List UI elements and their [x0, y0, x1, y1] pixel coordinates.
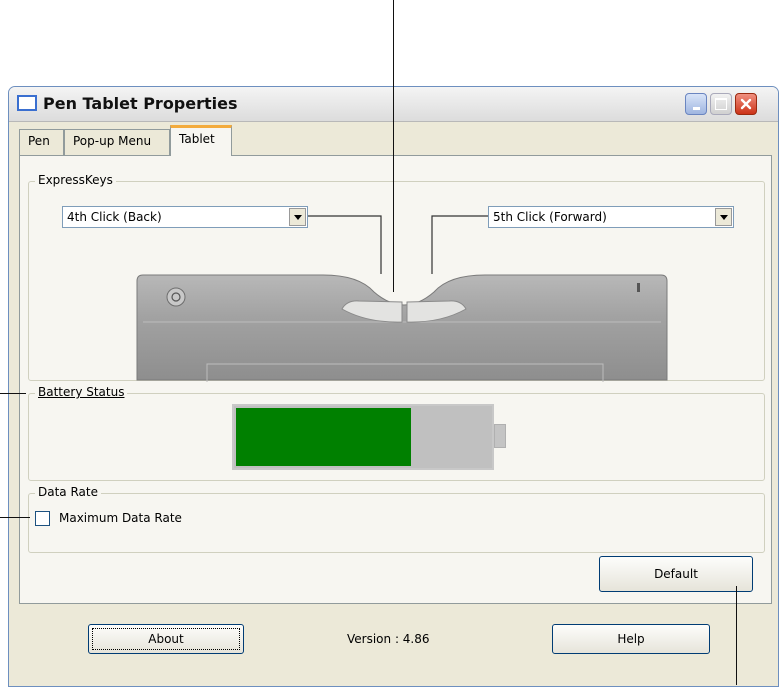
tab-pen-label: Pen: [28, 134, 50, 148]
window-title: Pen Tablet Properties: [43, 94, 238, 113]
tablet-power-icon: [166, 287, 186, 307]
help-button-label: Help: [617, 632, 645, 646]
callout-line-top: [393, 0, 394, 292]
maximize-button[interactable]: [710, 93, 732, 115]
battery-body: [232, 404, 494, 470]
version-text: Version : 4.86: [347, 632, 430, 646]
minimize-button[interactable]: [685, 93, 707, 115]
window-icon: [17, 95, 37, 111]
tablet-illustration: [136, 215, 668, 382]
callout-line-battery: [0, 393, 26, 394]
expresskeys-group: ExpressKeys 4th Click (Back) 5th Click (…: [28, 173, 765, 382]
close-icon: [740, 98, 752, 110]
tab-panel: ExpressKeys 4th Click (Back) 5th Click (…: [19, 155, 772, 604]
maximize-icon: [715, 98, 727, 110]
about-button-label: About: [148, 632, 184, 646]
battery-group: Battery Status: [28, 385, 765, 481]
tab-popup-menu-label: Pop-up Menu: [73, 134, 152, 148]
data-rate-legend: Data Rate: [35, 485, 101, 499]
tab-tablet[interactable]: Tablet: [170, 125, 232, 156]
close-button[interactable]: [735, 93, 757, 115]
about-button[interactable]: About: [88, 624, 244, 654]
help-button[interactable]: Help: [552, 624, 710, 654]
battery-indicator: [232, 404, 508, 470]
battery-level-fill: [236, 408, 411, 466]
minimize-icon: [692, 106, 700, 110]
tab-pen[interactable]: Pen: [19, 129, 64, 155]
tab-popup-menu[interactable]: Pop-up Menu: [64, 129, 170, 155]
default-button[interactable]: Default: [599, 556, 753, 592]
battery-legend: Battery Status: [35, 385, 128, 399]
callout-line-default: [736, 586, 737, 685]
battery-terminal: [494, 424, 506, 448]
tab-tablet-label: Tablet: [179, 132, 215, 146]
maximum-data-rate-label: Maximum Data Rate: [59, 511, 182, 525]
maximum-data-rate-checkbox[interactable]: [35, 511, 50, 526]
callout-line-datarate: [0, 517, 30, 518]
